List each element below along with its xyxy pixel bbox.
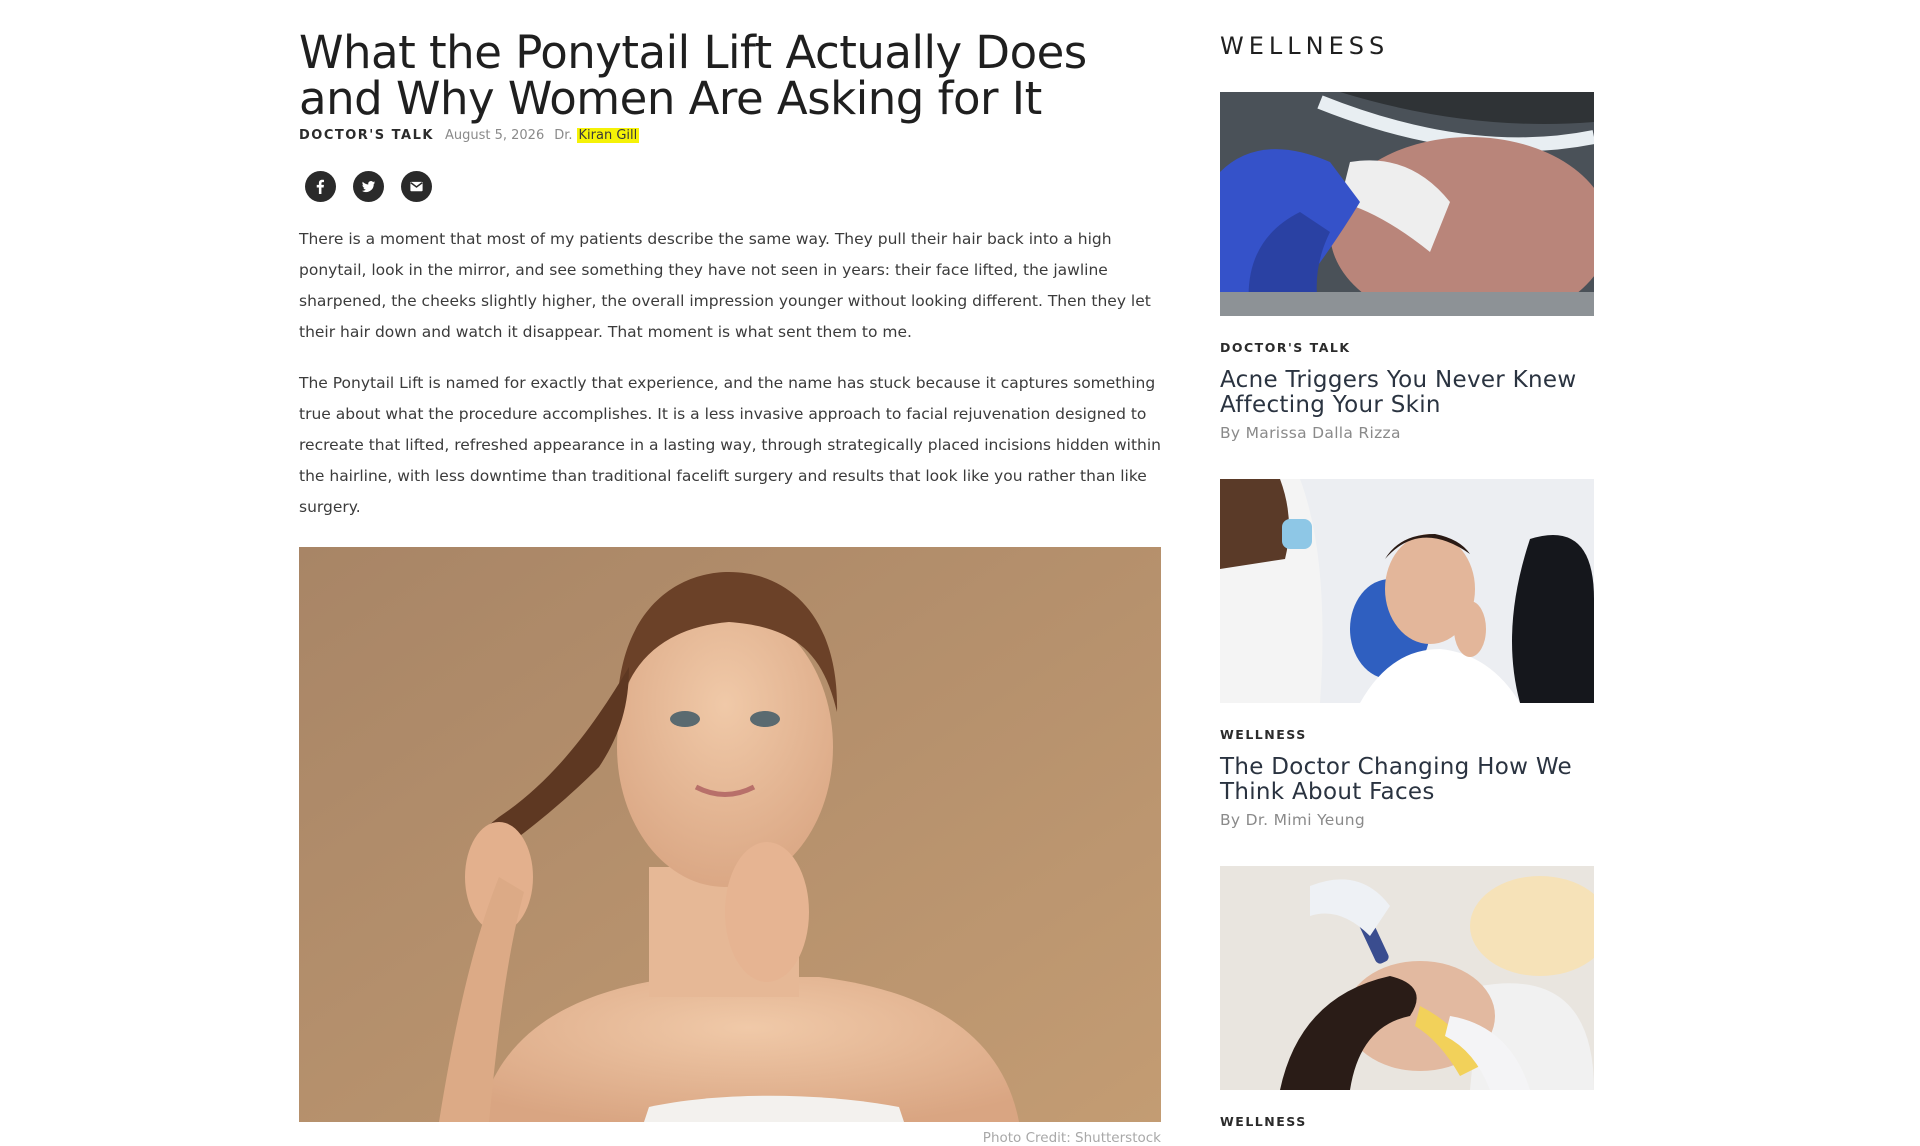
- photo-credit: Photo Credit: Shutterstock: [982, 1130, 1161, 1146]
- sidebar: WELLNESS DOCTOR'S TALK Acne Triggers You…: [1220, 30, 1594, 1129]
- card-author: By Marissa Dalla Rizza: [1220, 424, 1401, 442]
- card-category[interactable]: WELLNESS: [1220, 727, 1594, 742]
- facebook-share-button[interactable]: [305, 171, 336, 202]
- sidebar-card[interactable]: DOCTOR'S TALK Acne Triggers You Never Kn…: [1220, 92, 1594, 442]
- twitter-share-button[interactable]: [353, 171, 384, 202]
- article-meta: DOCTOR'S TALK August 5, 2026 Dr. Kiran G…: [299, 125, 1161, 145]
- article-paragraph-1: There is a moment that most of my patien…: [299, 230, 1151, 341]
- article-date: August 5, 2026: [444, 127, 545, 143]
- sidebar-card[interactable]: WELLNESS The Doctor Changing How We Thin…: [1220, 479, 1594, 829]
- card-category[interactable]: WELLNESS: [1220, 1114, 1594, 1129]
- email-icon: [410, 181, 423, 192]
- twitter-icon: [361, 181, 376, 193]
- article-author[interactable]: Kiran Gill: [576, 127, 640, 143]
- email-share-button[interactable]: [401, 171, 432, 202]
- article-paragraph-2: The Ponytail Lift is named for exactly t…: [299, 374, 1161, 516]
- article: What the Ponytail Lift Actually Does and…: [299, 30, 1161, 1146]
- card-title[interactable]: The Doctor Changing How We Think About F…: [1220, 755, 1594, 805]
- card-thumbnail[interactable]: [1220, 92, 1594, 316]
- article-title: What the Ponytail Lift Actually Does and…: [299, 26, 1087, 125]
- facebook-icon: [316, 179, 324, 194]
- card-author: By Dr. Mimi Yeung: [1220, 811, 1366, 829]
- share-buttons: [305, 171, 1161, 202]
- card-thumbnail[interactable]: [1220, 479, 1594, 703]
- author-prefix: Dr.: [554, 127, 573, 143]
- hero-image: [299, 547, 1161, 1122]
- card-title[interactable]: Acne Triggers You Never Knew Affecting Y…: [1220, 368, 1594, 418]
- sidebar-card[interactable]: WELLNESS: [1220, 866, 1594, 1129]
- article-category[interactable]: DOCTOR'S TALK: [299, 128, 434, 143]
- sidebar-heading[interactable]: WELLNESS: [1220, 32, 1594, 60]
- card-thumbnail[interactable]: [1220, 866, 1594, 1090]
- card-category[interactable]: DOCTOR'S TALK: [1220, 340, 1594, 355]
